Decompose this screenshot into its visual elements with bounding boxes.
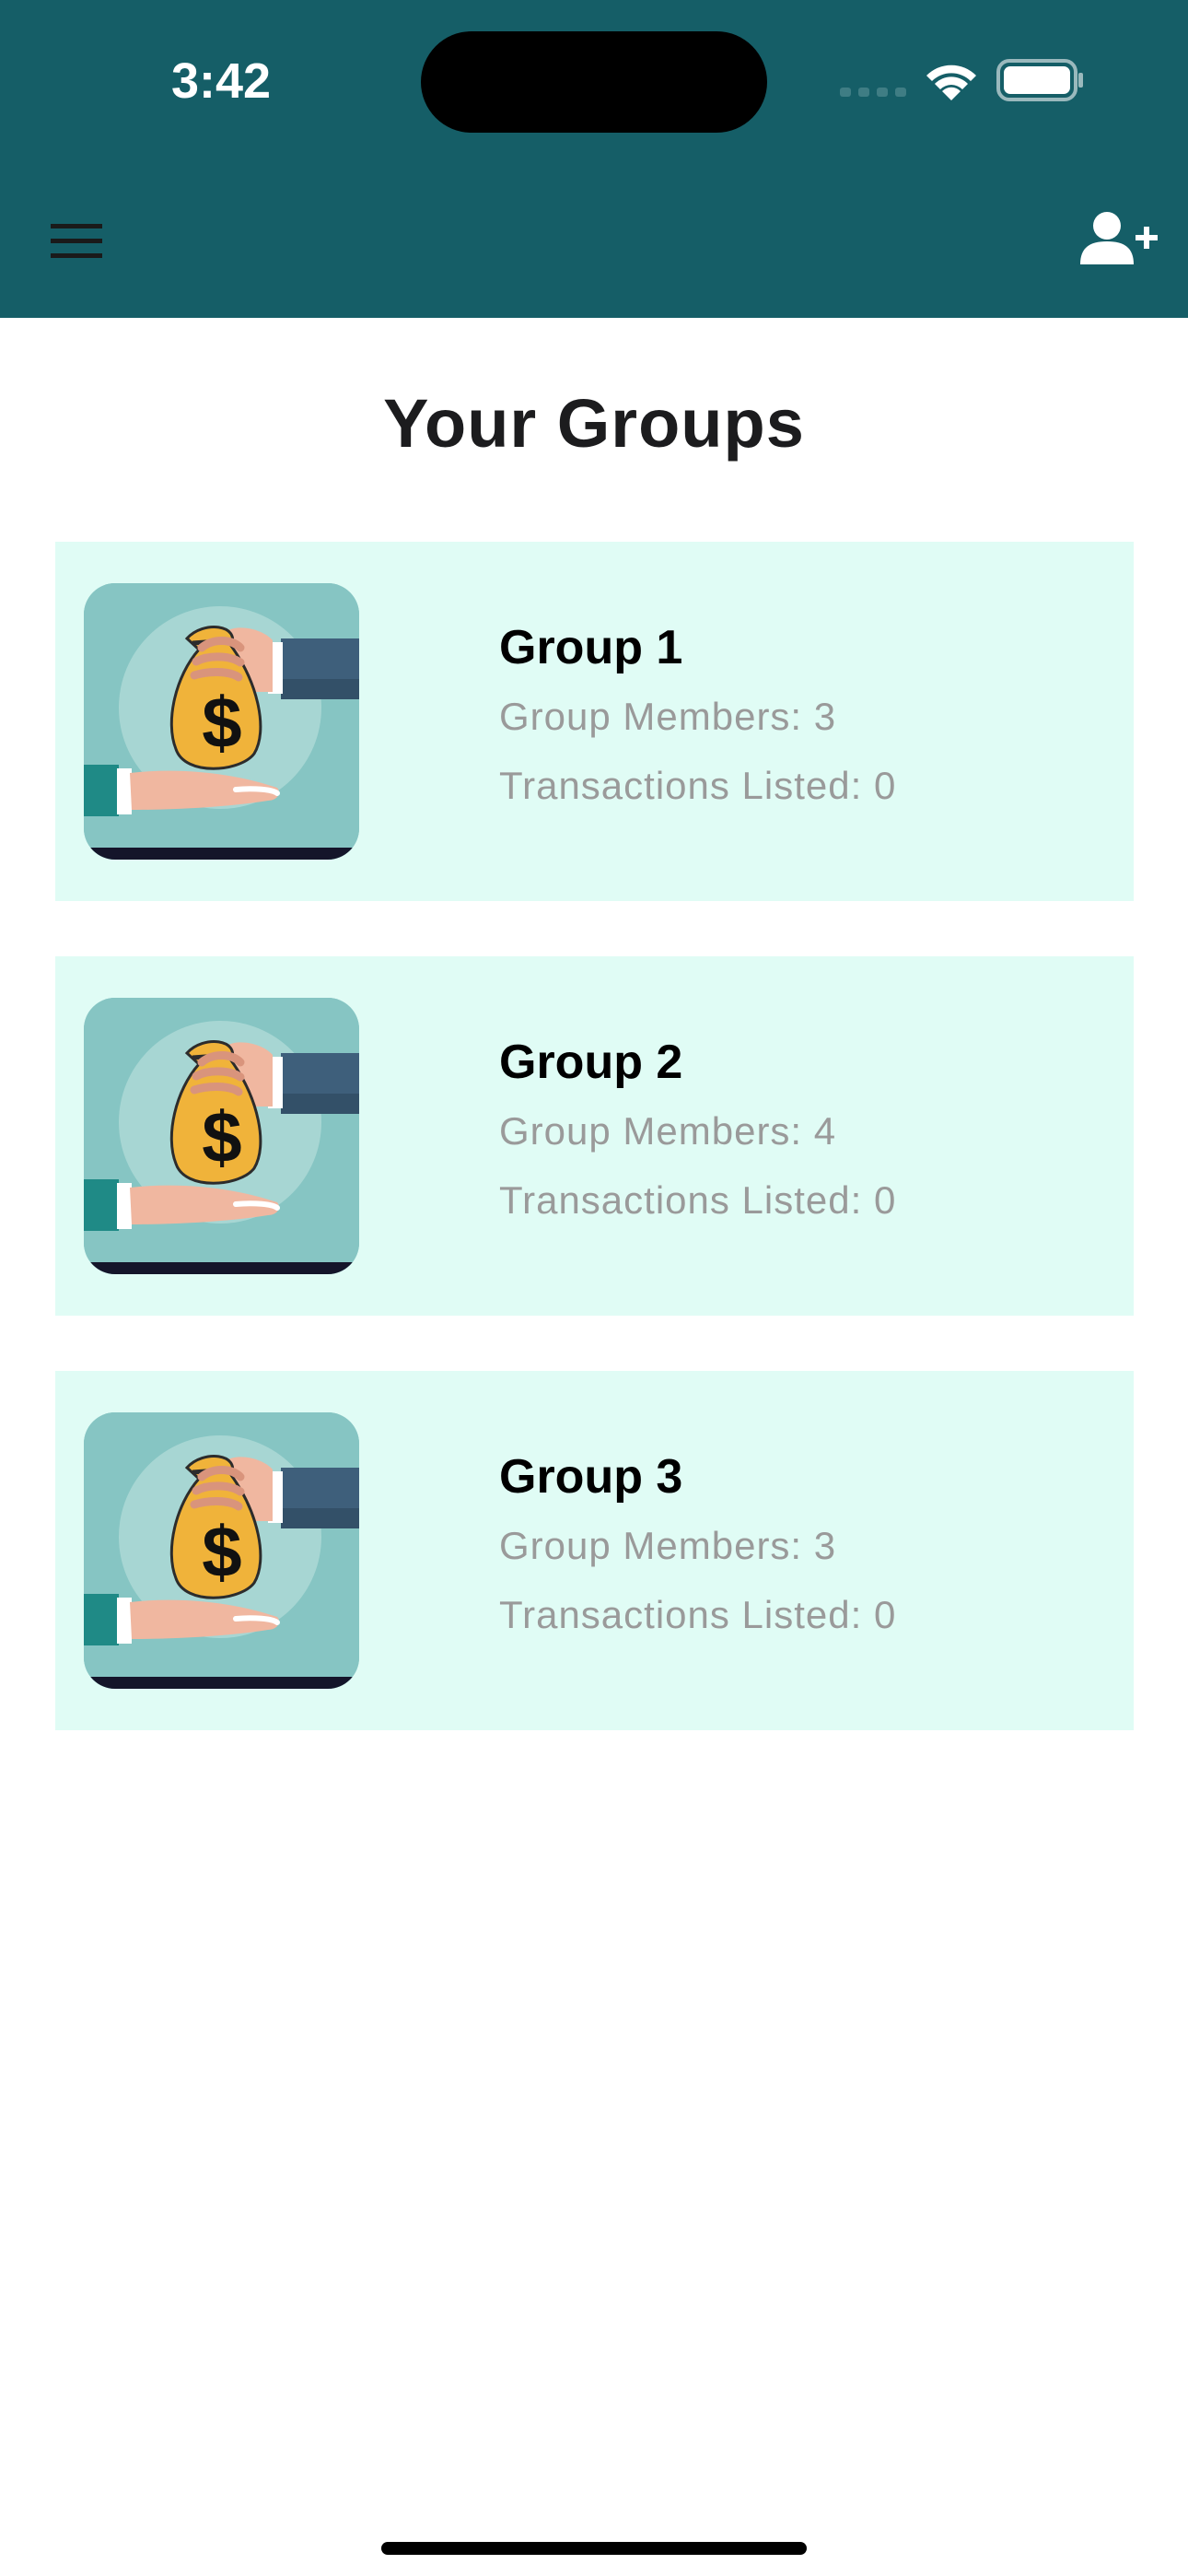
group-name: Group 3 — [499, 1450, 683, 1504]
group-name: Group 2 — [499, 1036, 683, 1089]
group-card-3[interactable]: Group 3 Group Members: 3 Transactions Li… — [55, 1371, 1134, 1730]
cellular-signal-icon — [840, 88, 906, 97]
home-indicator[interactable] — [381, 2542, 807, 2555]
money-bag-handoff-image — [84, 998, 359, 1274]
battery-icon — [996, 59, 1083, 101]
group-members-count: Group Members: 4 — [499, 1109, 837, 1153]
dynamic-island — [421, 31, 767, 133]
group-members-count: Group Members: 3 — [499, 695, 837, 738]
group-transactions-count: Transactions Listed: 0 — [499, 1178, 897, 1222]
menu-button[interactable] — [37, 207, 120, 275]
group-transactions-count: Transactions Listed: 0 — [499, 764, 897, 807]
group-transactions-count: Transactions Listed: 0 — [499, 1593, 897, 1636]
money-bag-handoff-image — [84, 1412, 359, 1689]
app-header: 3:42 — [0, 0, 1188, 318]
wifi-icon — [926, 64, 976, 100]
group-name: Group 1 — [499, 621, 683, 674]
add-user-icon — [1080, 212, 1158, 264]
group-card-2[interactable]: Group 2 Group Members: 4 Transactions Li… — [55, 956, 1134, 1316]
money-bag-handoff-image — [84, 583, 359, 860]
status-time: 3:42 — [170, 53, 272, 109]
group-card-1[interactable]: Group 1 Group Members: 3 Transactions Li… — [55, 542, 1134, 901]
add-user-button[interactable] — [1073, 207, 1165, 275]
hamburger-menu-icon — [51, 224, 102, 258]
page-title: Your Groups — [383, 385, 805, 462]
group-members-count: Group Members: 3 — [499, 1524, 837, 1567]
